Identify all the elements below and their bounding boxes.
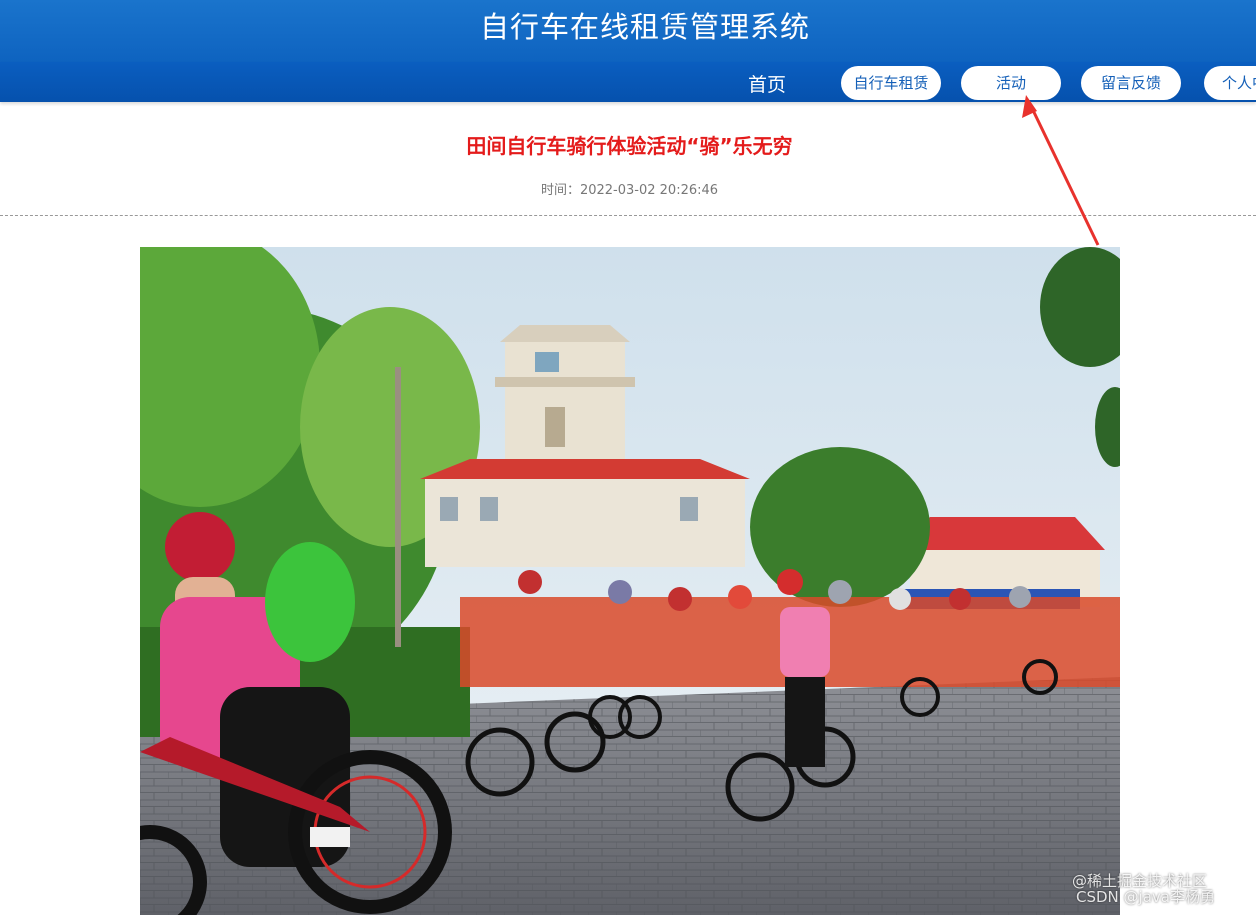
nav-home-link[interactable]: 首页 (748, 70, 786, 97)
nav-bike-rental-button[interactable]: 自行车租赁 (841, 66, 941, 100)
divider (0, 215, 1256, 216)
nav-feedback-button[interactable]: 留言反馈 (1081, 66, 1181, 100)
nav-bar (0, 62, 1256, 102)
time-value: 2022-03-02 20:26:46 (579, 183, 719, 198)
article-title: 田间自行车骑行体验活动“骑”乐无穷 (466, 134, 793, 158)
nav-activity-button[interactable]: 活动 (961, 66, 1061, 100)
header-banner: 自行车在线租赁管理系统 (0, 0, 1256, 62)
site-title: 自行车在线租赁管理系统 (479, 10, 810, 44)
article-timestamp: 时间：2022-03-02 20:26:46 (0, 179, 1256, 198)
photo-illustration (140, 247, 1120, 915)
time-label: 时间： (540, 183, 580, 198)
watermark-csdn: CSDN @java李杨勇 (1076, 888, 1215, 906)
nav-personal-center-button[interactable]: 个人中心 (1204, 66, 1256, 100)
article-photo (140, 247, 1120, 915)
